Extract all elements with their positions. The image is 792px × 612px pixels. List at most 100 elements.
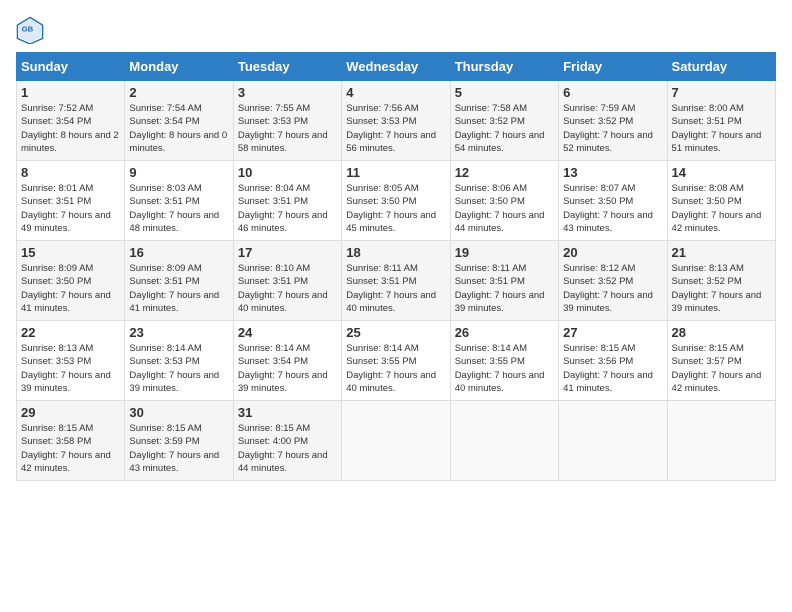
header-wednesday: Wednesday [342, 53, 450, 81]
day-cell: 16 Sunrise: 8:09 AMSunset: 3:51 PMDaylig… [125, 241, 233, 321]
day-info: Sunrise: 8:00 AMSunset: 3:51 PMDaylight:… [672, 102, 771, 155]
day-cell: 21 Sunrise: 8:13 AMSunset: 3:52 PMDaylig… [667, 241, 775, 321]
day-cell: 3 Sunrise: 7:55 AMSunset: 3:53 PMDayligh… [233, 81, 341, 161]
day-cell: 27 Sunrise: 8:15 AMSunset: 3:56 PMDaylig… [559, 321, 667, 401]
day-number: 11 [346, 165, 445, 180]
logo-icon: GB [16, 16, 44, 44]
day-number: 1 [21, 85, 120, 100]
day-number: 24 [238, 325, 337, 340]
day-cell: 17 Sunrise: 8:10 AMSunset: 3:51 PMDaylig… [233, 241, 341, 321]
day-cell: 18 Sunrise: 8:11 AMSunset: 3:51 PMDaylig… [342, 241, 450, 321]
day-cell: 1 Sunrise: 7:52 AMSunset: 3:54 PMDayligh… [17, 81, 125, 161]
day-info: Sunrise: 8:15 AMSunset: 3:59 PMDaylight:… [129, 422, 228, 475]
day-info: Sunrise: 8:14 AMSunset: 3:55 PMDaylight:… [455, 342, 554, 395]
day-info: Sunrise: 8:11 AMSunset: 3:51 PMDaylight:… [346, 262, 445, 315]
day-number: 15 [21, 245, 120, 260]
day-cell: 23 Sunrise: 8:14 AMSunset: 3:53 PMDaylig… [125, 321, 233, 401]
day-number: 4 [346, 85, 445, 100]
day-number: 20 [563, 245, 662, 260]
day-number: 30 [129, 405, 228, 420]
day-cell: 6 Sunrise: 7:59 AMSunset: 3:52 PMDayligh… [559, 81, 667, 161]
day-cell: 28 Sunrise: 8:15 AMSunset: 3:57 PMDaylig… [667, 321, 775, 401]
day-cell: 5 Sunrise: 7:58 AMSunset: 3:52 PMDayligh… [450, 81, 558, 161]
day-number: 18 [346, 245, 445, 260]
day-info: Sunrise: 8:13 AMSunset: 3:53 PMDaylight:… [21, 342, 120, 395]
day-info: Sunrise: 8:15 AMSunset: 3:56 PMDaylight:… [563, 342, 662, 395]
day-cell [667, 401, 775, 481]
day-cell: 31 Sunrise: 8:15 AMSunset: 4:00 PMDaylig… [233, 401, 341, 481]
day-number: 31 [238, 405, 337, 420]
header-tuesday: Tuesday [233, 53, 341, 81]
day-info: Sunrise: 8:12 AMSunset: 3:52 PMDaylight:… [563, 262, 662, 315]
day-cell: 30 Sunrise: 8:15 AMSunset: 3:59 PMDaylig… [125, 401, 233, 481]
day-cell: 8 Sunrise: 8:01 AMSunset: 3:51 PMDayligh… [17, 161, 125, 241]
day-cell: 19 Sunrise: 8:11 AMSunset: 3:51 PMDaylig… [450, 241, 558, 321]
day-cell: 29 Sunrise: 8:15 AMSunset: 3:58 PMDaylig… [17, 401, 125, 481]
day-cell: 24 Sunrise: 8:14 AMSunset: 3:54 PMDaylig… [233, 321, 341, 401]
calendar-body: 1 Sunrise: 7:52 AMSunset: 3:54 PMDayligh… [17, 81, 776, 481]
day-number: 27 [563, 325, 662, 340]
day-cell [450, 401, 558, 481]
day-info: Sunrise: 8:14 AMSunset: 3:55 PMDaylight:… [346, 342, 445, 395]
week-row-1: 1 Sunrise: 7:52 AMSunset: 3:54 PMDayligh… [17, 81, 776, 161]
day-info: Sunrise: 8:09 AMSunset: 3:50 PMDaylight:… [21, 262, 120, 315]
logo: GB [16, 16, 48, 44]
day-number: 9 [129, 165, 228, 180]
svg-text:GB: GB [22, 24, 34, 33]
day-info: Sunrise: 7:59 AMSunset: 3:52 PMDaylight:… [563, 102, 662, 155]
header-row: SundayMondayTuesdayWednesdayThursdayFrid… [17, 53, 776, 81]
day-info: Sunrise: 7:52 AMSunset: 3:54 PMDaylight:… [21, 102, 120, 155]
day-info: Sunrise: 8:05 AMSunset: 3:50 PMDaylight:… [346, 182, 445, 235]
day-cell: 13 Sunrise: 8:07 AMSunset: 3:50 PMDaylig… [559, 161, 667, 241]
day-info: Sunrise: 8:15 AMSunset: 3:57 PMDaylight:… [672, 342, 771, 395]
page-header: GB [16, 16, 776, 44]
day-number: 19 [455, 245, 554, 260]
day-number: 25 [346, 325, 445, 340]
header-thursday: Thursday [450, 53, 558, 81]
day-info: Sunrise: 8:14 AMSunset: 3:54 PMDaylight:… [238, 342, 337, 395]
day-number: 28 [672, 325, 771, 340]
day-cell: 15 Sunrise: 8:09 AMSunset: 3:50 PMDaylig… [17, 241, 125, 321]
day-number: 8 [21, 165, 120, 180]
day-cell [342, 401, 450, 481]
day-cell: 11 Sunrise: 8:05 AMSunset: 3:50 PMDaylig… [342, 161, 450, 241]
week-row-2: 8 Sunrise: 8:01 AMSunset: 3:51 PMDayligh… [17, 161, 776, 241]
calendar-table: SundayMondayTuesdayWednesdayThursdayFrid… [16, 52, 776, 481]
day-cell: 4 Sunrise: 7:56 AMSunset: 3:53 PMDayligh… [342, 81, 450, 161]
day-info: Sunrise: 8:13 AMSunset: 3:52 PMDaylight:… [672, 262, 771, 315]
day-cell: 20 Sunrise: 8:12 AMSunset: 3:52 PMDaylig… [559, 241, 667, 321]
day-info: Sunrise: 8:14 AMSunset: 3:53 PMDaylight:… [129, 342, 228, 395]
header-sunday: Sunday [17, 53, 125, 81]
week-row-3: 15 Sunrise: 8:09 AMSunset: 3:50 PMDaylig… [17, 241, 776, 321]
day-info: Sunrise: 7:55 AMSunset: 3:53 PMDaylight:… [238, 102, 337, 155]
calendar-header: SundayMondayTuesdayWednesdayThursdayFrid… [17, 53, 776, 81]
day-number: 2 [129, 85, 228, 100]
day-cell: 10 Sunrise: 8:04 AMSunset: 3:51 PMDaylig… [233, 161, 341, 241]
day-info: Sunrise: 7:54 AMSunset: 3:54 PMDaylight:… [129, 102, 228, 155]
day-cell: 14 Sunrise: 8:08 AMSunset: 3:50 PMDaylig… [667, 161, 775, 241]
day-number: 12 [455, 165, 554, 180]
day-number: 3 [238, 85, 337, 100]
day-info: Sunrise: 8:15 AMSunset: 4:00 PMDaylight:… [238, 422, 337, 475]
day-info: Sunrise: 8:08 AMSunset: 3:50 PMDaylight:… [672, 182, 771, 235]
day-info: Sunrise: 8:11 AMSunset: 3:51 PMDaylight:… [455, 262, 554, 315]
day-number: 23 [129, 325, 228, 340]
day-number: 7 [672, 85, 771, 100]
day-number: 6 [563, 85, 662, 100]
week-row-4: 22 Sunrise: 8:13 AMSunset: 3:53 PMDaylig… [17, 321, 776, 401]
day-number: 5 [455, 85, 554, 100]
day-cell: 12 Sunrise: 8:06 AMSunset: 3:50 PMDaylig… [450, 161, 558, 241]
header-saturday: Saturday [667, 53, 775, 81]
day-info: Sunrise: 8:03 AMSunset: 3:51 PMDaylight:… [129, 182, 228, 235]
day-number: 16 [129, 245, 228, 260]
day-cell: 25 Sunrise: 8:14 AMSunset: 3:55 PMDaylig… [342, 321, 450, 401]
day-cell [559, 401, 667, 481]
day-number: 22 [21, 325, 120, 340]
day-info: Sunrise: 7:56 AMSunset: 3:53 PMDaylight:… [346, 102, 445, 155]
day-number: 10 [238, 165, 337, 180]
week-row-5: 29 Sunrise: 8:15 AMSunset: 3:58 PMDaylig… [17, 401, 776, 481]
day-number: 14 [672, 165, 771, 180]
day-info: Sunrise: 8:09 AMSunset: 3:51 PMDaylight:… [129, 262, 228, 315]
day-info: Sunrise: 7:58 AMSunset: 3:52 PMDaylight:… [455, 102, 554, 155]
day-info: Sunrise: 8:15 AMSunset: 3:58 PMDaylight:… [21, 422, 120, 475]
